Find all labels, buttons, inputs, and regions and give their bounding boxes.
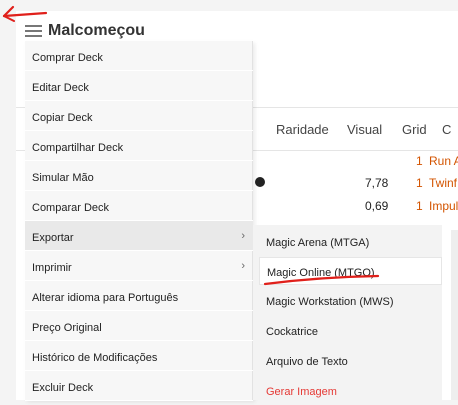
menu-item-label: Editar Deck [32, 82, 89, 94]
menu-item-compartilhar-deck[interactable]: Compartilhar Deck [25, 131, 253, 161]
submenu-item-label: Magic Online (MTGO) [267, 267, 375, 279]
submenu-item-label: Magic Arena (MTGA) [266, 237, 370, 249]
submenu-item-label: Cockatrice [266, 326, 318, 338]
submenu-item-mws[interactable]: Magic Workstation (MWS) [259, 287, 442, 315]
submenu-item-mtga[interactable]: Magic Arena (MTGA) [259, 228, 442, 256]
submenu-item-cockatrice[interactable]: Cockatrice [259, 317, 442, 345]
deck-menu: Comprar Deck Editar Deck Copiar Deck Com… [25, 41, 253, 401]
submenu-item-arquivo-texto[interactable]: Arquivo de Texto [259, 347, 442, 375]
menu-item-copiar-deck[interactable]: Copiar Deck [25, 101, 253, 131]
row-price: 7,78 [365, 176, 389, 190]
chevron-right-icon: › [241, 260, 245, 272]
column-grid[interactable]: Grid [402, 122, 427, 137]
menu-item-imprimir[interactable]: Imprimir › [25, 251, 253, 281]
menu-item-label: Compartilhar Deck [32, 142, 124, 154]
menu-item-exportar[interactable]: Exportar › [25, 221, 253, 251]
menu-item-comparar-deck[interactable]: Comparar Deck [25, 191, 253, 221]
column-cmc[interactable]: C [442, 122, 451, 137]
row-card-name[interactable]: Twinf [429, 176, 457, 190]
menu-item-label: Exportar [32, 232, 74, 244]
scrollbar[interactable] [451, 230, 458, 400]
menu-item-label: Imprimir [32, 262, 72, 274]
menu-item-label: Excluir Deck [32, 382, 94, 394]
hamburger-icon[interactable] [25, 25, 42, 38]
submenu-item-gerar-imagem[interactable]: Gerar Imagem [259, 377, 442, 405]
menu-item-preco-original[interactable]: Preço Original [25, 311, 253, 341]
card-icon [255, 177, 265, 187]
page-title: Malcomeçou [48, 22, 145, 39]
submenu-item-label: Magic Workstation (MWS) [266, 296, 394, 308]
submenu-item-label: Gerar Imagem [266, 386, 337, 398]
row-card-name[interactable]: Impul [429, 199, 458, 213]
column-visual[interactable]: Visual [347, 122, 382, 137]
column-raridade[interactable]: Raridade [276, 122, 329, 137]
menu-item-historico[interactable]: Histórico de Modificações [25, 341, 253, 371]
menu-item-label: Simular Mão [32, 172, 94, 184]
menu-item-excluir-deck[interactable]: Excluir Deck [25, 371, 253, 401]
row-quantity: 1 [416, 176, 423, 190]
row-quantity: 1 [416, 199, 423, 213]
row-price: 0,69 [365, 199, 389, 213]
export-submenu: Magic Arena (MTGA) Magic Online (MTGO) M… [253, 225, 442, 400]
menu-item-simular-mao[interactable]: Simular Mão [25, 161, 253, 191]
chevron-right-icon: › [241, 230, 245, 242]
row-card-name[interactable]: Run A [429, 154, 458, 168]
row-quantity: 1 [416, 154, 423, 168]
menu-item-label: Alterar idioma para Português [32, 292, 179, 304]
menu-item-label: Histórico de Modificações [32, 352, 158, 364]
menu-item-label: Comprar Deck [32, 52, 103, 64]
menu-item-label: Comparar Deck [32, 202, 110, 214]
submenu-item-mtgo[interactable]: Magic Online (MTGO) [259, 257, 442, 285]
menu-item-editar-deck[interactable]: Editar Deck [25, 71, 253, 101]
menu-item-alterar-idioma[interactable]: Alterar idioma para Português [25, 281, 253, 311]
header: Malcomeçou [16, 11, 458, 41]
menu-item-label: Copiar Deck [32, 112, 93, 124]
menu-item-label: Preço Original [32, 322, 102, 334]
submenu-item-label: Arquivo de Texto [266, 356, 348, 368]
menu-item-comprar-deck[interactable]: Comprar Deck [25, 41, 253, 71]
